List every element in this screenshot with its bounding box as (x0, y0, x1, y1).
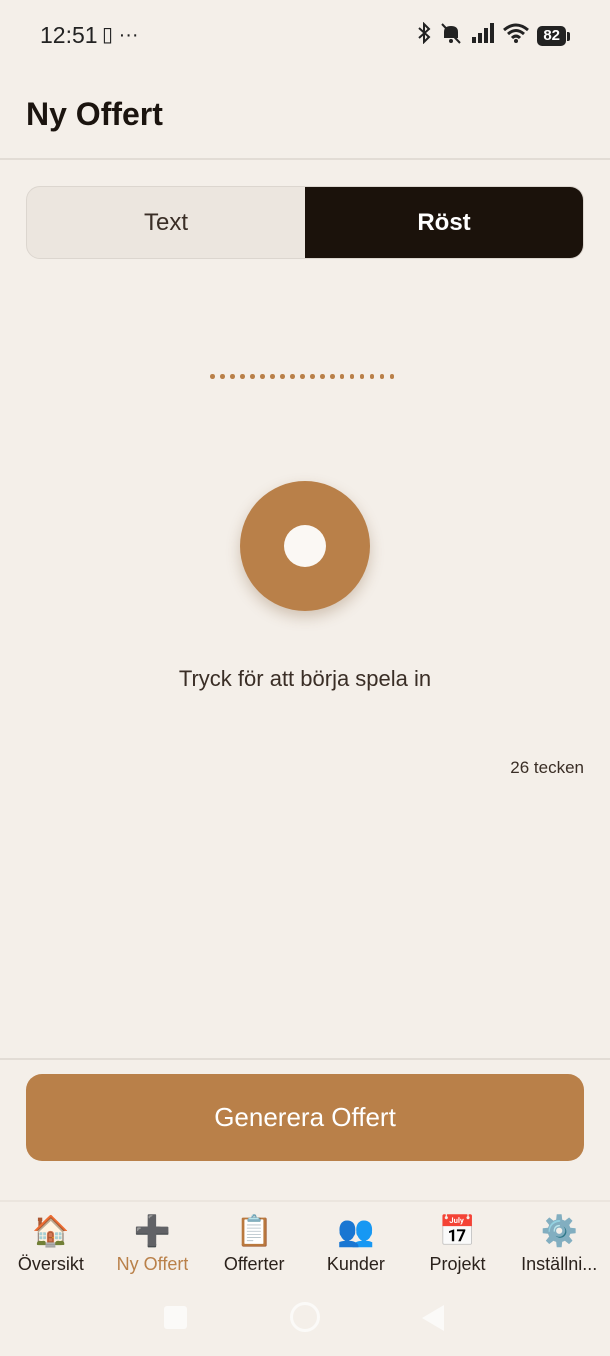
tab-item[interactable]: 📋 Offerter (203, 1202, 305, 1290)
waveform-dot (229, 374, 235, 379)
tab-label: Ny Offert (116, 1254, 189, 1274)
signal-icon (471, 23, 495, 49)
waveform-dot (349, 374, 355, 379)
status-bar: 12:51 ▯ ··· 82 (0, 0, 610, 72)
home-button[interactable] (290, 1302, 320, 1332)
system-nav-bar (0, 1290, 610, 1356)
users-icon: 👥 (337, 1215, 375, 1248)
tab-label: Offerter (223, 1254, 285, 1274)
record-button[interactable] (240, 481, 370, 611)
calendar-icon: 📅 (438, 1215, 477, 1248)
plus-icon: ➕ (133, 1215, 172, 1248)
tab-label: Översikt (17, 1254, 84, 1274)
character-count: 26 tecken (510, 758, 584, 777)
waveform-dot (259, 374, 265, 379)
page-header: Ny Offert (0, 72, 610, 160)
record-dot-icon (284, 525, 326, 567)
back-button[interactable] (422, 1305, 444, 1331)
battery-level: 82 (537, 26, 566, 46)
house-icon: 🏠 (32, 1215, 70, 1248)
waveform-dot (379, 374, 385, 379)
waveform-dot (299, 374, 305, 379)
generate-quote-button[interactable]: Generera Offert (26, 1074, 584, 1161)
status-time: 12:51 (40, 22, 98, 48)
wifi-icon (503, 23, 530, 49)
waveform-dot (389, 374, 395, 379)
waveform-dot (359, 374, 365, 379)
tab-label: Kunder (326, 1254, 385, 1274)
tab-label: Inställni... (521, 1254, 598, 1274)
audio-waveform (210, 374, 395, 379)
gear-icon: ⚙️ (540, 1215, 578, 1248)
status-right-icons: 82 (417, 21, 570, 50)
waveform-dot (339, 374, 345, 379)
app-screen: 12:51 ▯ ··· 82 Ny Offert Text Röst Tryck… (0, 0, 610, 1356)
waveform-dot (279, 374, 285, 379)
clipboard-icon: 📋 (235, 1215, 273, 1248)
mute-bell-icon (439, 22, 463, 50)
waveform-dot (369, 374, 375, 379)
waveform-dot (309, 374, 315, 379)
tab-label: Projekt (429, 1254, 486, 1274)
waveform-dot (319, 374, 325, 379)
segment-text[interactable]: Text (27, 187, 305, 258)
waveform-dot (249, 374, 255, 379)
waveform-dot (219, 374, 225, 379)
tab-item[interactable]: ➕ Ny Offert (102, 1202, 204, 1290)
notification-icons: ▯ ··· (102, 24, 139, 46)
divider (0, 1058, 610, 1060)
battery-tip (567, 31, 570, 41)
bluetooth-icon (417, 21, 431, 50)
waveform-dot (269, 374, 275, 379)
record-hint: Tryck för att börja spela in (178, 666, 432, 691)
waveform-dot (210, 374, 215, 379)
input-mode-toggle: Text Röst (26, 186, 584, 259)
waveform-dot (239, 374, 245, 379)
page-title: Ny Offert (26, 96, 163, 132)
bottom-tab-bar: 🏠 Översikt ➕ Ny Offert 📋 Offerter 👥 Kunder 📅 Proj… (0, 1200, 610, 1290)
segment-voice[interactable]: Röst (305, 187, 583, 258)
waveform-dot (329, 374, 335, 379)
waveform-dot (289, 374, 295, 379)
battery-indicator: 82 (537, 26, 570, 46)
recents-button[interactable] (164, 1306, 187, 1329)
tab-item[interactable]: 📅 Projekt (407, 1202, 509, 1290)
tab-item[interactable]: 👥 Kunder (305, 1202, 407, 1290)
tab-item[interactable]: 🏠 Översikt (0, 1202, 102, 1290)
tab-item[interactable]: ⚙️ Inställni... (508, 1202, 610, 1290)
